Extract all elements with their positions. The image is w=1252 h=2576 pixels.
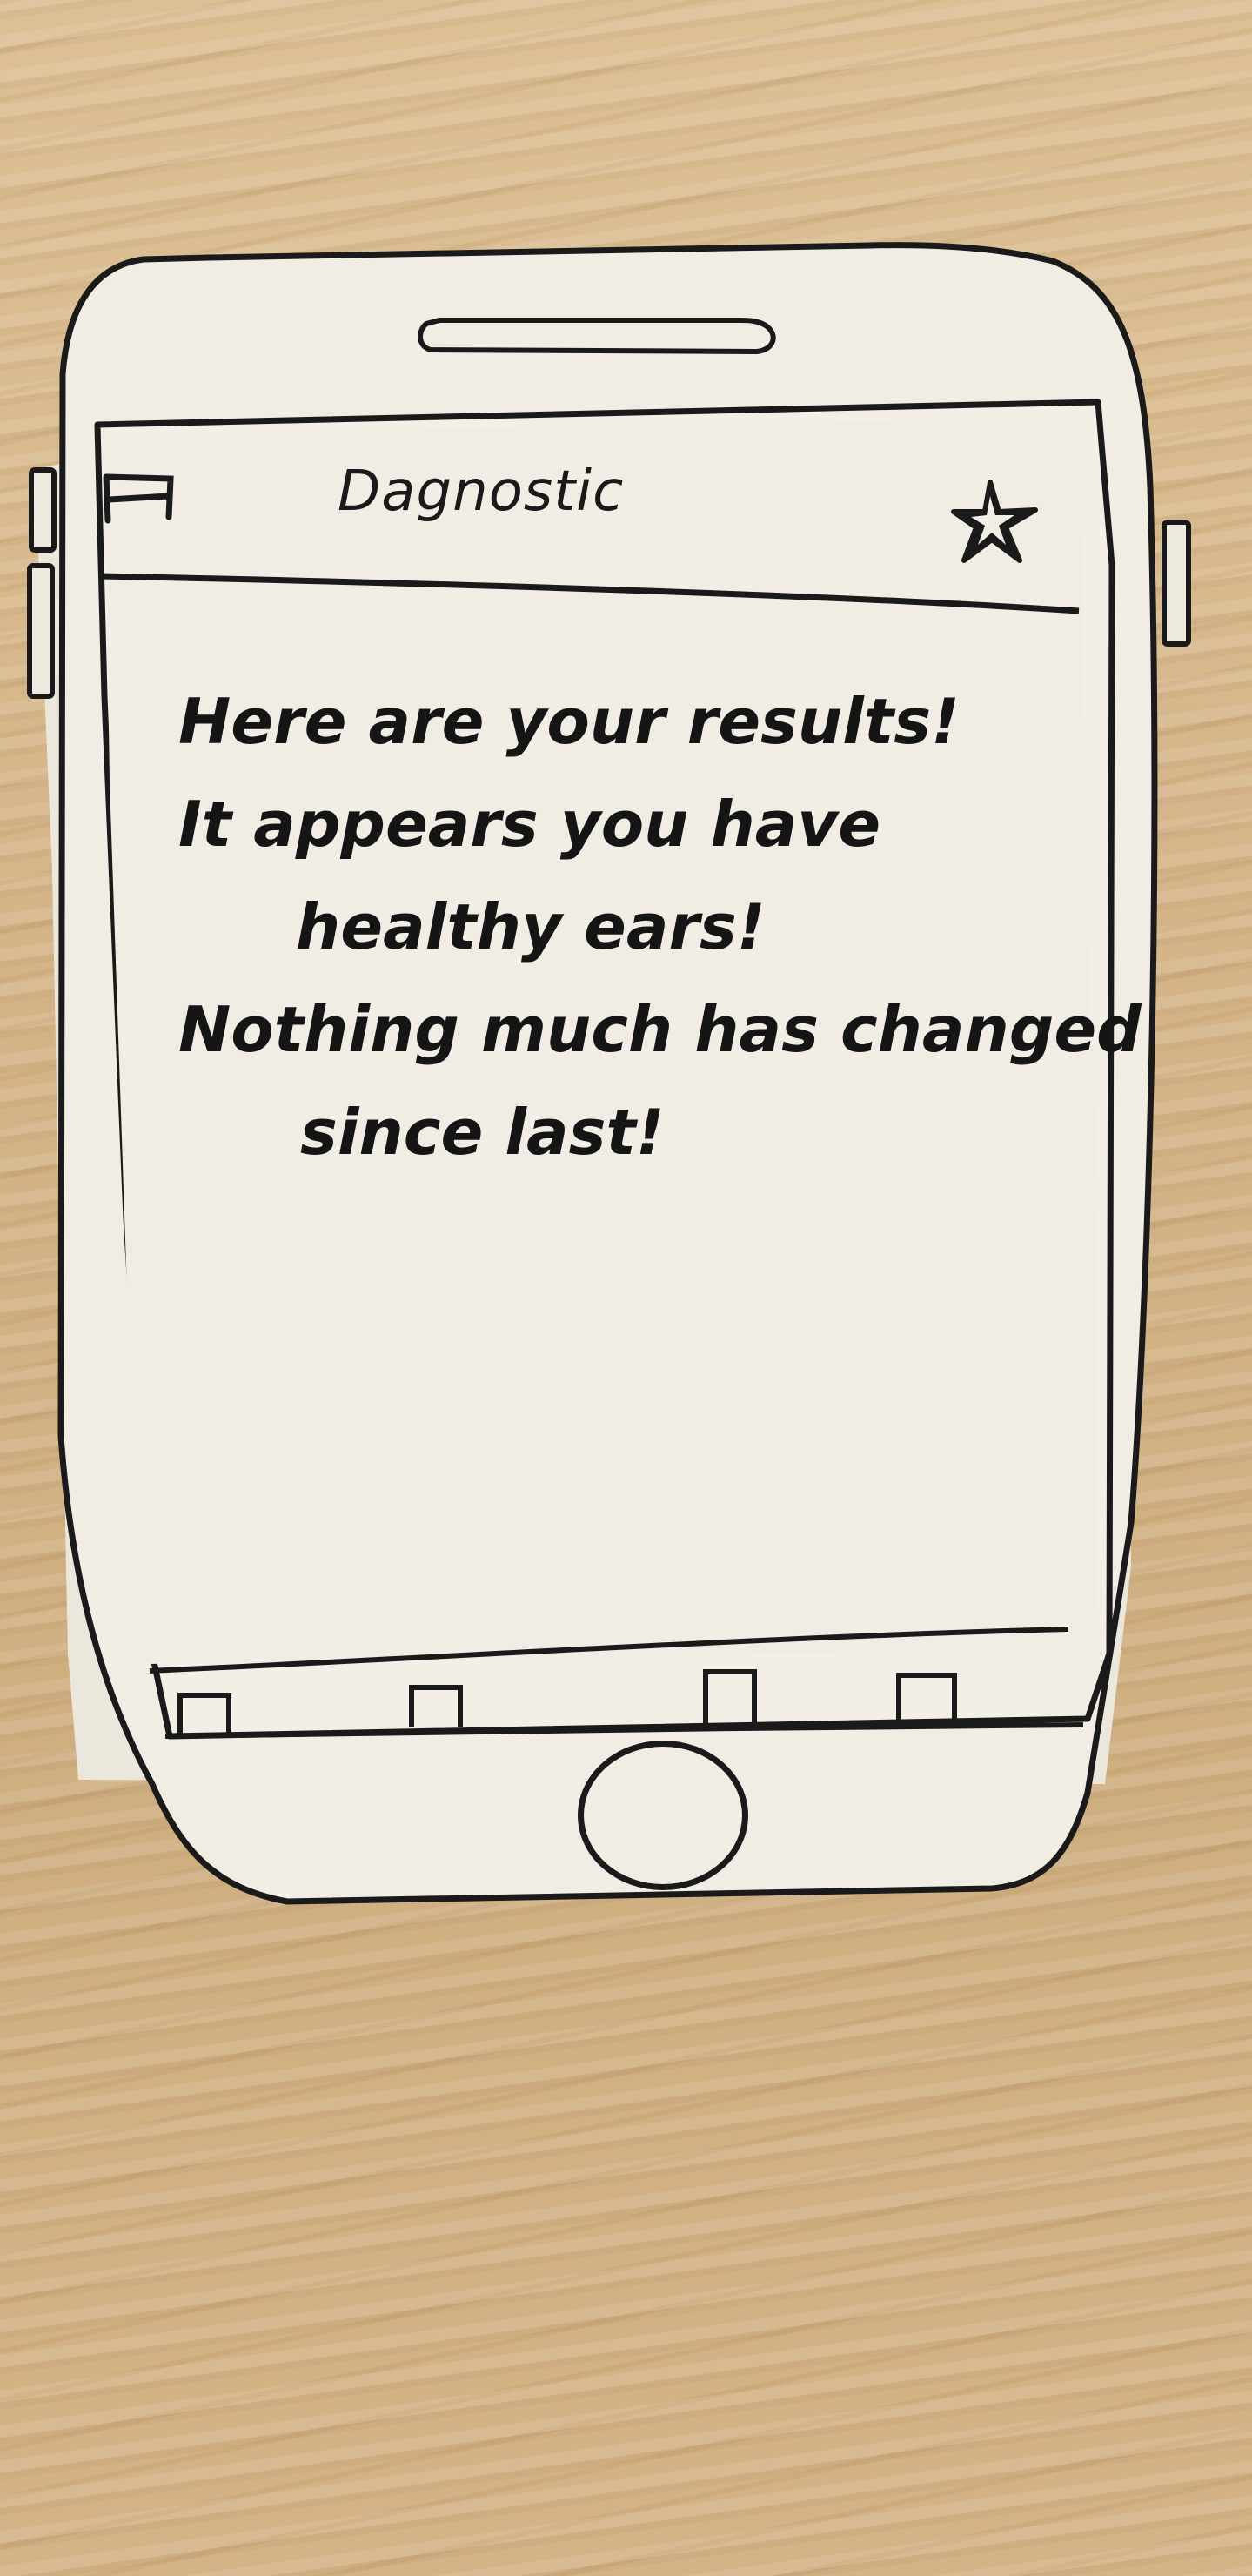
bottom-nav-tab-4[interactable] bbox=[896, 1673, 957, 1727]
message-line: Here are your results! bbox=[178, 685, 960, 758]
bottom-nav-tab-1[interactable] bbox=[177, 1693, 231, 1734]
message-line: since last! bbox=[300, 1096, 665, 1169]
message-line: healthy ears! bbox=[296, 890, 766, 963]
star-icon[interactable] bbox=[948, 477, 1046, 567]
bottom-nav-tab-2[interactable] bbox=[409, 1685, 463, 1727]
home-button[interactable] bbox=[578, 1741, 748, 1890]
paper-phone-frame bbox=[27, 242, 1191, 1905]
menu-icon[interactable] bbox=[101, 468, 179, 529]
bottom-nav-tab-3[interactable] bbox=[703, 1669, 757, 1723]
message-line: It appears you have bbox=[178, 788, 881, 861]
results-message: Here are your results! It appears you ha… bbox=[178, 670, 1142, 1184]
desk-background: Dagnostic Here are your results! It appe… bbox=[0, 0, 1252, 2576]
message-line: Nothing much has changed bbox=[178, 993, 1142, 1066]
page-title: Dagnostic bbox=[338, 460, 625, 524]
